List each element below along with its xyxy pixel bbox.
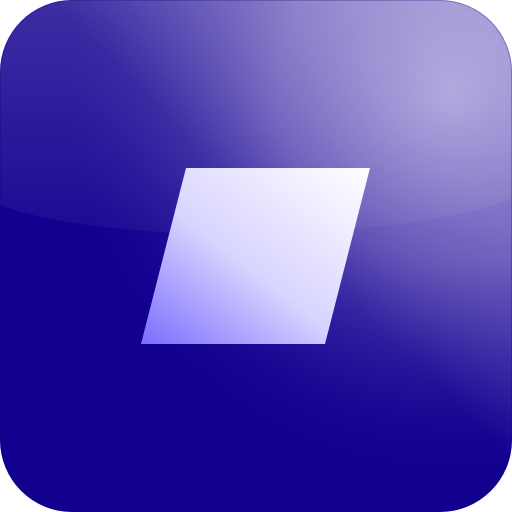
app-icon[interactable] — [0, 0, 512, 512]
app-icon-graphic — [0, 0, 512, 512]
icon-canvas — [0, 0, 512, 512]
